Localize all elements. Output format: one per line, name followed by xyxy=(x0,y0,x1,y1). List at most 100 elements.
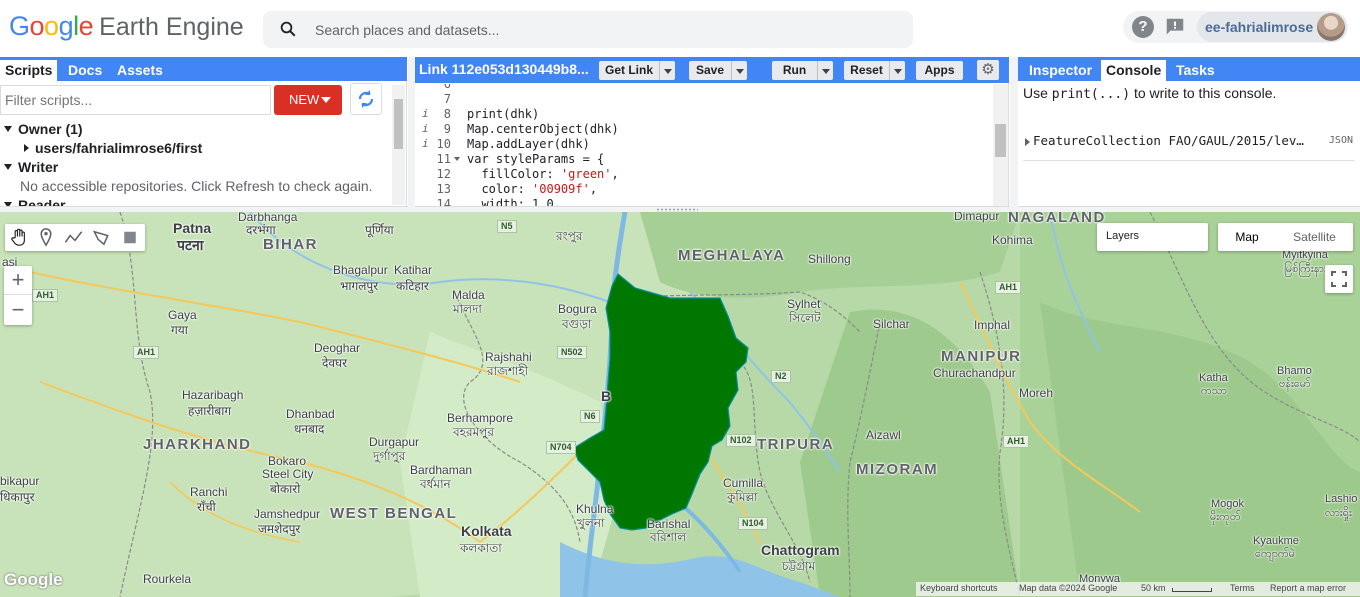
map-label-bhamo: Bhamo xyxy=(1277,365,1312,377)
scripts-scrollbar[interactable] xyxy=(392,85,405,205)
google-wordmark: Google xyxy=(9,11,94,41)
map-view[interactable]: Patna पटना Darbhanga दरभंगा पूर्णिया BIH… xyxy=(0,212,1360,597)
map-label-churachandpur: Churachandpur xyxy=(933,366,1016,380)
map-label-dhanbad: Dhanbad xyxy=(286,407,335,421)
line-tool-icon[interactable] xyxy=(62,226,86,249)
map-label-manipur: MANIPUR xyxy=(941,348,1022,365)
console-output-row[interactable]: FeatureCollection FAO/GAUL/2015/lev… JSO… xyxy=(1023,131,1355,161)
map-label-durgapur: Durgapur xyxy=(369,435,420,449)
get-link-button[interactable]: Get Link xyxy=(599,61,675,80)
map-label-imphal: Imphal xyxy=(974,318,1011,332)
report-map-error-link[interactable]: Report a map error xyxy=(1270,583,1346,593)
map-label-chattogram: Chattogram xyxy=(761,542,840,558)
fold-arrow-icon[interactable] xyxy=(454,157,460,161)
tab-inspector[interactable]: Inspector xyxy=(1024,60,1097,81)
run-button[interactable]: Run xyxy=(772,61,833,80)
json-badge[interactable]: JSON xyxy=(1329,135,1353,146)
tab-console[interactable]: Console xyxy=(1101,60,1167,81)
zoom-in-button[interactable]: + xyxy=(4,266,32,295)
map-label-kolkata-local: কলকাতা xyxy=(460,541,502,555)
top-bar: Google Earth Engine ? ee-fahrialimrose xyxy=(0,0,1360,57)
account-chip[interactable]: ee-fahrialimrose xyxy=(1197,12,1347,42)
console-panel: Inspector Console Tasks Use print(...) t… xyxy=(1018,57,1360,207)
line-number: 12 xyxy=(436,167,451,181)
refresh-button[interactable] xyxy=(350,83,382,115)
map-label-meghalaya: MEGHALAYA xyxy=(678,247,786,264)
map-label-bihar: BIHAR xyxy=(263,236,318,253)
map-label-mogok-local: မိုးကုတ် xyxy=(1210,511,1241,523)
keyboard-shortcuts-link[interactable]: Keyboard shortcuts xyxy=(920,583,998,593)
owner-repo[interactable]: users/fahrialimrose6/first xyxy=(24,140,202,156)
feedback-icon[interactable] xyxy=(1164,16,1186,38)
owner-group[interactable]: Owner (1) xyxy=(4,121,83,137)
writer-label: Writer xyxy=(18,159,59,175)
road-shield: N6 xyxy=(580,410,600,423)
rectangle-tool-icon[interactable] xyxy=(118,226,142,249)
map-label-rajshahi-local: রাজশাহী xyxy=(487,364,529,378)
reset-dropdown[interactable] xyxy=(889,61,905,80)
fullscreen-button[interactable] xyxy=(1325,265,1353,293)
earth-engine-logo[interactable]: Google Earth Engine xyxy=(9,11,244,45)
account-name: ee-fahrialimrose xyxy=(1205,19,1314,35)
map-label-rangpur-local: রংপুর xyxy=(556,229,583,243)
tab-docs[interactable]: Docs xyxy=(63,60,107,81)
map-label-khulna-local: খুলনা xyxy=(577,516,605,530)
search-bar[interactable] xyxy=(263,11,913,48)
road-shield: N704 xyxy=(546,441,576,454)
map-type-satellite[interactable]: Satellite xyxy=(1276,223,1353,251)
scripts-panel: Scripts Docs Assets NEW Owner (1) users/… xyxy=(0,57,407,207)
account-area: ? ee-fahrialimrose xyxy=(1123,11,1348,43)
owner-label: Owner (1) xyxy=(18,121,83,137)
vertical-splitter-right[interactable] xyxy=(1010,57,1018,207)
run-dropdown[interactable] xyxy=(817,61,833,80)
save-button[interactable]: Save xyxy=(689,61,747,80)
map-label-kyaukme: Kyaukme xyxy=(1253,535,1299,547)
search-input[interactable] xyxy=(315,11,895,48)
layers-label: Layers xyxy=(1106,230,1140,242)
get-link-dropdown[interactable] xyxy=(659,61,675,80)
search-icon xyxy=(280,21,296,37)
scale-bar xyxy=(1172,588,1212,592)
tab-tasks[interactable]: Tasks xyxy=(1171,60,1220,81)
layers-button[interactable]: Layers xyxy=(1097,223,1208,251)
apps-button[interactable]: Apps xyxy=(916,61,963,80)
marker-icon[interactable] xyxy=(34,226,58,249)
map-type-map[interactable]: Map xyxy=(1218,223,1276,251)
tab-scripts[interactable]: Scripts xyxy=(0,60,58,81)
map-label-cumilla-local: কুমিল্লা xyxy=(727,490,758,504)
reset-button[interactable]: Reset xyxy=(844,61,905,80)
map-label-tripura: TRIPURA xyxy=(757,436,835,453)
code-area[interactable]: 6 7 i 8 print(dhk) i 9 Map.centerObject(… xyxy=(415,84,995,207)
zoom-out-button[interactable]: − xyxy=(4,296,32,325)
new-button[interactable]: NEW xyxy=(274,85,342,115)
map-label-cumilla: Cumilla xyxy=(723,476,764,490)
terms-link[interactable]: Terms xyxy=(1230,583,1255,593)
map-label-bikapur-local: धिकापुर xyxy=(0,490,35,504)
vertical-splitter-left[interactable] xyxy=(408,57,415,207)
editor-toolbar: Link 112e053d130449b8... Get Link Save R… xyxy=(415,57,1009,83)
filter-scripts-input[interactable] xyxy=(1,86,270,114)
road-shield: N102 xyxy=(726,434,756,447)
map-label-malda-local: মালদা xyxy=(453,302,482,316)
right-tab-bar: Inspector Console Tasks xyxy=(1018,57,1360,81)
pan-hand-icon[interactable] xyxy=(7,226,31,249)
help-icon[interactable]: ? xyxy=(1132,16,1154,38)
line-number: 8 xyxy=(443,107,451,121)
map-label-steel-city: Steel City xyxy=(262,467,314,481)
tab-assets[interactable]: Assets xyxy=(112,60,168,81)
settings-gear-icon[interactable]: ⚙ xyxy=(977,60,999,80)
avatar[interactable] xyxy=(1317,13,1345,41)
polygon-tool-icon[interactable] xyxy=(90,226,114,249)
map-label-purnia-local: पूर्णिया xyxy=(365,223,394,237)
filter-scripts-field[interactable] xyxy=(0,85,271,115)
writer-group[interactable]: Writer xyxy=(4,159,58,175)
map-label-sylhet: Sylhet xyxy=(787,297,821,311)
map-label-khulna: Khulna xyxy=(576,502,614,516)
editor-scrollbar[interactable] xyxy=(993,84,1008,206)
map-label-mogok: Mogok xyxy=(1211,498,1245,510)
feature-collection-text: FeatureCollection FAO/GAUL/2015/lev… xyxy=(1033,133,1304,148)
save-dropdown[interactable] xyxy=(731,61,747,80)
code-editor-panel: Link 112e053d130449b8... Get Link Save R… xyxy=(415,57,1009,207)
script-title[interactable]: Link 112e053d130449b8... xyxy=(419,61,589,77)
map-label-deoghar: Deoghar xyxy=(314,341,361,355)
